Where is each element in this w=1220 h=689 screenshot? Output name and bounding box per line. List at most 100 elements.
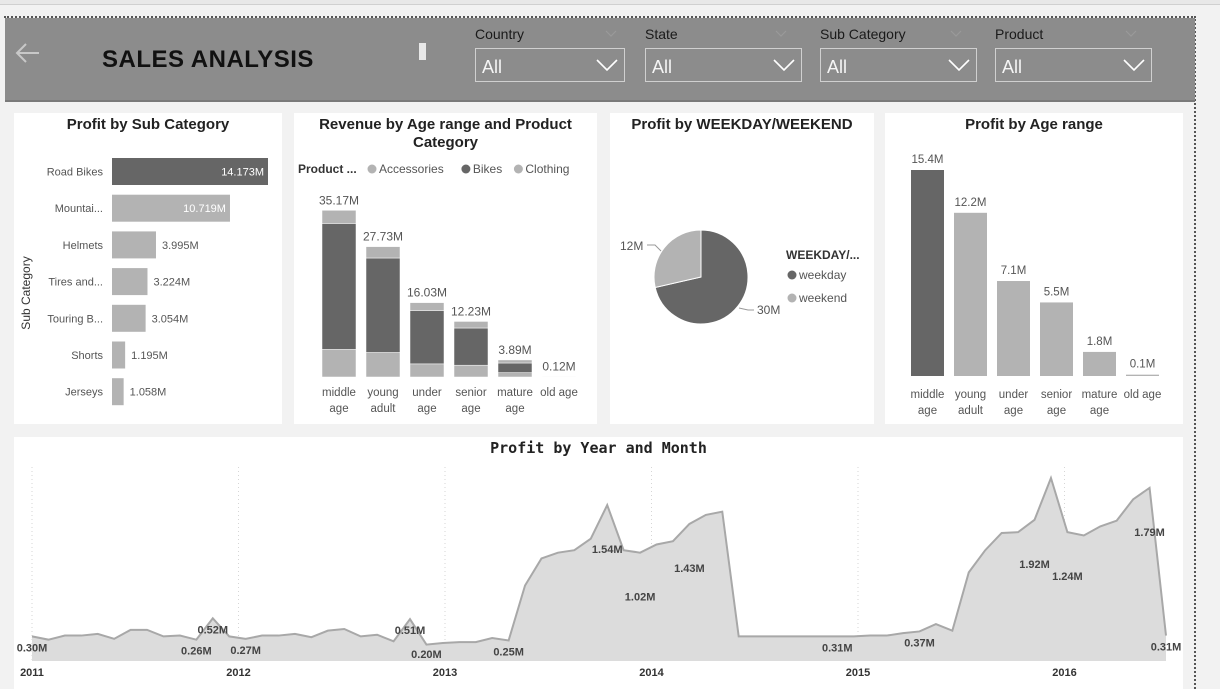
- tick-label: senior: [455, 387, 486, 399]
- header-band: SALES ANALYSIS Country All State All Sub…: [5, 18, 1195, 102]
- tick-label: Helmets: [63, 240, 104, 252]
- slicer-product: Product All: [995, 24, 1152, 82]
- data-label: 0.31M: [822, 642, 853, 654]
- arrow-left-icon[interactable]: [13, 38, 43, 68]
- bar-segment: [409, 310, 445, 365]
- tick-label: mature: [1082, 389, 1118, 401]
- tick-label: Jerseys: [65, 387, 103, 399]
- bar-segment: [365, 257, 401, 353]
- leader-line: [647, 244, 662, 252]
- slicer-country-label-text: Country: [475, 26, 525, 42]
- profit-by-year-month-chart: 2011 2012 2013 2014 2015 2016 0.30M 0.52M 0.26M 0…: [17, 467, 1181, 679]
- slicer-sub-category-dropdown[interactable]: All: [820, 48, 977, 82]
- bar-segment: [453, 321, 489, 329]
- slicer-state: State All: [645, 24, 802, 82]
- revenue-by-age-chart: Product ... Accessories Bikes Clothing 35.17…: [298, 162, 578, 415]
- data-label: 14.173M: [221, 167, 264, 179]
- data-label: 0.51M: [395, 625, 426, 637]
- chart-title: Profit by Sub Category: [66, 116, 230, 133]
- slicer-sub-category-value: All: [827, 57, 848, 77]
- chart-title: Profit by WEEKDAY/WEEKEND: [631, 116, 853, 133]
- bar-segment: [497, 359, 533, 364]
- data-label: 5.5M: [1044, 286, 1070, 298]
- tick-label: Shorts: [71, 350, 103, 362]
- tick-label: middle: [322, 387, 356, 399]
- data-label: 1.54M: [592, 544, 623, 556]
- tick-label: middle: [911, 389, 945, 401]
- profit-by-age-card[interactable]: Profit by Age range 15.4M middle age 12.2M y…: [885, 113, 1183, 424]
- tick-label: age: [1047, 405, 1066, 417]
- data-label: 0.30M: [17, 642, 48, 654]
- chevron-down-icon[interactable]: [605, 27, 617, 39]
- tick-label: young: [367, 387, 398, 399]
- bar: [112, 378, 124, 406]
- page-title: SALES ANALYSIS: [102, 46, 314, 73]
- data-label: 1.02M: [625, 592, 656, 604]
- chevron-down-icon[interactable]: [1125, 27, 1137, 39]
- bar-segment: [497, 362, 533, 373]
- tick-label: 2015: [846, 667, 870, 679]
- tick-label: mature: [497, 387, 533, 399]
- tick-label: adult: [371, 403, 397, 415]
- tick-label: 2016: [1052, 667, 1076, 679]
- slicer-country: Country All: [475, 24, 625, 82]
- bar: [112, 231, 156, 259]
- tick-label: age: [461, 403, 480, 415]
- data-label: 15.4M: [912, 154, 944, 166]
- bar-segment: [453, 327, 489, 366]
- data-label: 1.24M: [1052, 571, 1083, 583]
- tick-label: age: [918, 405, 937, 417]
- tick-label: age: [329, 403, 348, 415]
- bar: [112, 304, 146, 332]
- slicer-country-dropdown[interactable]: All: [475, 48, 625, 82]
- legend-marker: [787, 270, 797, 280]
- bar: [997, 281, 1030, 376]
- slicer-sub-category-label: Sub Category: [820, 24, 970, 44]
- tick-label: Road Bikes: [47, 167, 104, 179]
- profit-by-sub-category-card[interactable]: Profit by Sub Category Sub Category Road …: [14, 113, 282, 424]
- bar-segment: [497, 372, 533, 378]
- chevron-down-icon: [773, 59, 795, 72]
- bar-segment: [321, 210, 357, 224]
- chevron-down-icon[interactable]: [775, 27, 787, 39]
- top-strip: [0, 0, 1220, 5]
- data-label: 1.8M: [1087, 336, 1113, 348]
- slicer-sub-category-label-text: Sub Category: [820, 26, 906, 42]
- bar: [112, 268, 148, 296]
- slicer-state-dropdown[interactable]: All: [645, 48, 802, 82]
- data-label: 12.23M: [451, 304, 491, 318]
- data-label: 0.25M: [493, 646, 524, 658]
- tick-label: 2011: [20, 667, 44, 679]
- slicer-product-dropdown[interactable]: All: [995, 48, 1152, 82]
- data-label: 1.058M: [130, 387, 167, 399]
- chevron-down-icon: [948, 59, 970, 72]
- chart-title: Profit by Year and Month: [490, 439, 707, 457]
- tick-label: Tires and...: [48, 277, 103, 289]
- legend-item: weekday: [798, 268, 846, 282]
- profit-by-weekday-card[interactable]: Profit by WEEKDAY/WEEKEND 30M 12M WEEKDAY/…: [610, 113, 874, 424]
- legend-marker: [787, 293, 797, 303]
- chevron-down-icon: [1123, 59, 1145, 72]
- tick-label: old age: [1124, 389, 1162, 401]
- legend-marker: [367, 164, 377, 174]
- slicer-country-value: All: [482, 57, 503, 77]
- slicer-product-label: Product: [995, 24, 1145, 44]
- data-label: 0.26M: [181, 646, 212, 658]
- legend-title: Product ...: [298, 162, 357, 176]
- legend-marker: [461, 164, 471, 174]
- bar-segment: [365, 352, 401, 378]
- axis-label: Sub Category: [19, 256, 33, 329]
- legend-marker: [513, 164, 523, 174]
- chevron-down-icon[interactable]: [950, 27, 962, 39]
- bar-segment: [541, 376, 577, 378]
- tick-label: under: [412, 387, 442, 399]
- bar-segment: [321, 349, 357, 378]
- profit-by-year-month-card[interactable]: Profit by Year and Month 2011 2012 2013 201…: [14, 437, 1183, 689]
- data-label: 7.1M: [1001, 265, 1027, 277]
- revenue-by-age-card[interactable]: Revenue by Age range and Product Categor…: [294, 113, 597, 424]
- slicer-state-label-text: State: [645, 26, 678, 42]
- bar-segment: [321, 223, 357, 350]
- slicer-state-value: All: [652, 57, 673, 77]
- profit-by-weekday-chart: 30M 12M WEEKDAY/... weekday weekend: [620, 229, 860, 325]
- resize-handle[interactable]: [419, 43, 426, 60]
